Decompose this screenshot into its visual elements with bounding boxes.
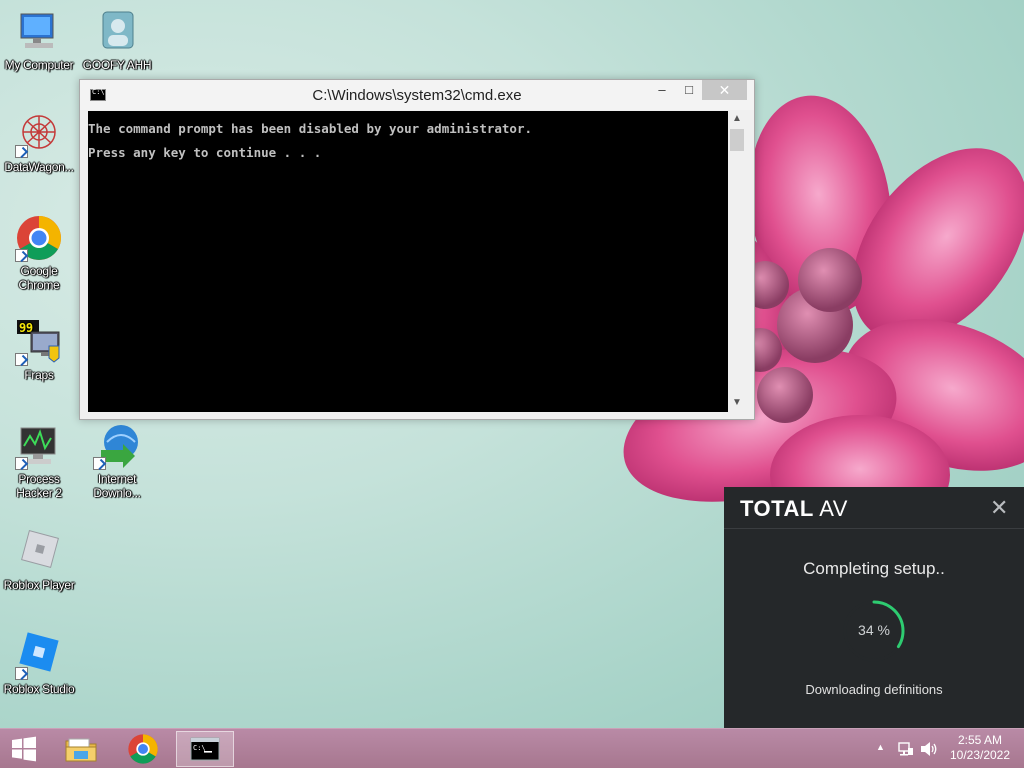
fraps-icon: 99 bbox=[15, 318, 63, 366]
cmd-icon: C:\ bbox=[190, 737, 220, 761]
roblox-studio-icon bbox=[15, 632, 63, 680]
cmd-titlebar[interactable]: C:\Windows\system32\cmd.exe – □ ✕ bbox=[80, 80, 754, 110]
windows-logo-icon bbox=[12, 736, 36, 762]
svg-text:C:\: C:\ bbox=[193, 744, 206, 752]
scroll-up-icon[interactable]: ▲ bbox=[728, 111, 746, 127]
totalav-header: TOTAL AV ✕ bbox=[724, 487, 1024, 529]
desktop-icon-label: DataWagon... bbox=[4, 160, 74, 174]
desktop-icon-label: Fraps bbox=[24, 368, 54, 382]
system-tray: ▲ bbox=[872, 729, 942, 768]
datawagon-icon bbox=[15, 110, 63, 158]
user-folder-icon bbox=[93, 8, 141, 56]
process-hacker-icon bbox=[15, 422, 63, 470]
desktop-icon-label: Roblox Studio bbox=[3, 682, 75, 696]
desktop-icon-label: Google Chrome bbox=[18, 264, 60, 292]
close-icon[interactable]: ✕ bbox=[990, 495, 1008, 521]
desktop-icon-my-computer[interactable]: My Computer bbox=[0, 8, 78, 72]
totalav-logo: TOTAL AV bbox=[740, 496, 848, 521]
desktop-icon-label: Internet Downlo... bbox=[93, 472, 141, 500]
desktop-icon-fraps[interactable]: 99 Fraps bbox=[0, 318, 78, 382]
desktop-icon-label: GOOFY AHH bbox=[82, 58, 152, 72]
console-line: Press any key to continue . . . bbox=[88, 145, 322, 160]
chrome-icon bbox=[15, 214, 63, 262]
totalav-sub-status: Downloading definitions bbox=[805, 682, 943, 697]
file-explorer-icon bbox=[65, 738, 97, 762]
taskbar: C:\ ▲ 2:55 AM 10/23/2022 bbox=[0, 728, 1024, 768]
network-icon[interactable] bbox=[898, 741, 914, 757]
desktop-icon-internet-download-manager[interactable]: Internet Downlo... bbox=[78, 422, 156, 500]
scroll-thumb[interactable] bbox=[730, 129, 744, 151]
desktop-icon-goofy-ahh[interactable]: GOOFY AHH bbox=[78, 8, 156, 72]
close-button[interactable]: ✕ bbox=[702, 80, 747, 100]
chrome-icon bbox=[128, 734, 158, 764]
cmd-scrollbar[interactable]: ▲ ▼ bbox=[728, 111, 746, 412]
clock-time: 2:55 AM bbox=[957, 733, 1003, 747]
internet-download-manager-icon bbox=[93, 422, 141, 470]
totalav-popup[interactable]: TOTAL AV ✕ Completing setup.. 34 % Downl… bbox=[724, 487, 1024, 728]
progress-percent: 34 % bbox=[858, 622, 890, 638]
desktop-icon-datawagon[interactable]: DataWagon... bbox=[0, 110, 78, 174]
cmd-console[interactable]: The command prompt has been disabled by … bbox=[88, 111, 728, 412]
cmd-window[interactable]: C:\Windows\system32\cmd.exe – □ ✕ The co… bbox=[79, 79, 755, 420]
volume-icon[interactable] bbox=[920, 741, 938, 757]
show-hidden-icons-icon[interactable]: ▲ bbox=[876, 742, 885, 752]
desktop-icon-roblox-studio[interactable]: Roblox Studio bbox=[0, 632, 78, 696]
totalav-status: Completing setup.. bbox=[803, 559, 945, 578]
desktop-icon-google-chrome[interactable]: Google Chrome bbox=[0, 214, 78, 292]
desktop-icon-label: Roblox Player bbox=[3, 578, 75, 592]
start-button[interactable] bbox=[0, 731, 48, 767]
taskbar-cmd[interactable]: C:\ bbox=[176, 731, 234, 767]
taskbar-clock[interactable]: 2:55 AM 10/23/2022 bbox=[944, 733, 1016, 763]
clock-date: 10/23/2022 bbox=[949, 748, 1011, 762]
scroll-down-icon[interactable]: ▼ bbox=[728, 395, 746, 411]
taskbar-chrome[interactable] bbox=[114, 731, 172, 767]
desktop-icon-process-hacker[interactable]: Process Hacker 2 bbox=[0, 422, 78, 500]
taskbar-file-explorer[interactable] bbox=[52, 731, 110, 767]
desktop-icon-label: My Computer bbox=[4, 58, 74, 72]
maximize-button[interactable]: □ bbox=[675, 80, 703, 100]
minimize-button[interactable]: – bbox=[648, 80, 676, 100]
roblox-player-icon bbox=[15, 528, 63, 576]
computer-icon bbox=[15, 8, 63, 56]
desktop-icon-roblox-player[interactable]: Roblox Player bbox=[0, 528, 78, 592]
desktop-icon-label: Process Hacker 2 bbox=[16, 472, 62, 500]
console-line: The command prompt has been disabled by … bbox=[88, 121, 533, 136]
